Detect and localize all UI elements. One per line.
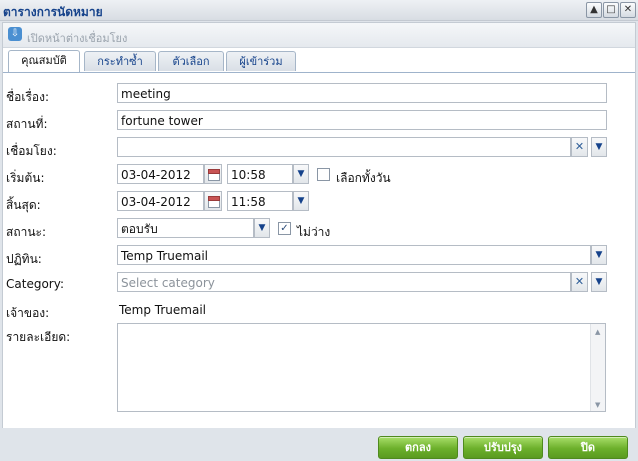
start-calendar-icon[interactable] <box>204 164 222 184</box>
window-title: ตารางการนัดหมาย <box>3 5 103 19</box>
status-select[interactable]: ตอบรับ <box>117 218 254 238</box>
busy-label: ไม่ว่าง <box>297 225 331 239</box>
tab-options[interactable]: ตัวเลือก <box>158 51 224 71</box>
tab-participants[interactable]: ผู้เข้าร่วม <box>226 51 296 71</box>
open-link-icon[interactable]: ⇩ <box>8 27 22 41</box>
status-dropdown-icon[interactable]: ▼ <box>254 218 270 238</box>
ok-button[interactable]: ตกลง <box>378 436 458 459</box>
category-label: Category: <box>6 277 64 291</box>
tab-recurrence[interactable]: กระทำซ้ำ <box>84 51 156 71</box>
close-window-icon[interactable]: ✕ <box>620 2 636 18</box>
start-label: เริ่มต้น: <box>6 171 45 185</box>
category-clear-icon[interactable]: ✕ <box>571 272 588 292</box>
owner-value: Temp Truemail <box>119 303 206 317</box>
end-time-dropdown-icon[interactable]: ▼ <box>293 191 309 211</box>
toolbar: ⇩ เปิดหน้าต่างเชื่อมโยง <box>3 23 635 48</box>
allday-label: เลือกทั้งวัน <box>336 171 391 185</box>
start-time-input[interactable]: 10:58 <box>227 164 293 184</box>
details-textarea[interactable]: ▲ ▼ <box>117 323 606 412</box>
location-label: สถานที่: <box>6 117 48 131</box>
start-time-dropdown-icon[interactable]: ▼ <box>293 164 309 184</box>
end-time-input[interactable]: 11:58 <box>227 191 293 211</box>
owner-label: เจ้าของ: <box>6 306 50 320</box>
subject-label: ชื่อเรื่อง: <box>6 90 50 104</box>
allday-checkbox[interactable] <box>317 168 330 181</box>
window-titlebar: ตารางการนัดหมาย ▲ □ ✕ <box>0 0 638 21</box>
details-label: รายละเอียด: <box>6 330 71 344</box>
subject-input[interactable]: meeting <box>117 83 607 103</box>
end-date-input[interactable]: 03-04-2012 <box>117 191 204 211</box>
category-input[interactable]: Select category <box>117 272 571 292</box>
update-button[interactable]: ปรับปรุง <box>463 436 543 459</box>
status-label: สถานะ: <box>6 225 47 239</box>
location-input[interactable]: fortune tower <box>117 110 607 130</box>
scroll-up-icon[interactable]: ▲ <box>595 328 600 336</box>
end-label: สิ้นสุด: <box>6 198 41 212</box>
busy-checkbox[interactable]: ✓ <box>278 222 291 235</box>
close-button[interactable]: ปิด <box>548 436 628 459</box>
link-dropdown-icon[interactable]: ▼ <box>591 137 607 157</box>
details-scrollbar[interactable]: ▲ ▼ <box>590 324 605 411</box>
scroll-down-icon[interactable]: ▼ <box>595 401 600 409</box>
end-calendar-icon[interactable] <box>204 191 222 211</box>
tab-strip: คุณสมบัติ กระทำซ้ำ ตัวเลือก ผู้เข้าร่วม <box>3 48 635 73</box>
start-date-input[interactable]: 03-04-2012 <box>117 164 204 184</box>
calendar-select[interactable]: Temp Truemail <box>117 245 591 265</box>
minimize-icon[interactable]: ▲ <box>586 2 602 18</box>
calendar-dropdown-icon[interactable]: ▼ <box>591 245 607 265</box>
link-input[interactable] <box>117 137 571 157</box>
link-label: เชื่อมโยง: <box>6 144 57 158</box>
link-clear-icon[interactable]: ✕ <box>571 137 588 157</box>
calendar-label: ปฏิทิน: <box>6 252 42 266</box>
tab-properties[interactable]: คุณสมบัติ <box>8 50 80 72</box>
category-dropdown-icon[interactable]: ▼ <box>591 272 607 292</box>
open-link-button[interactable]: เปิดหน้าต่างเชื่อมโยง <box>27 29 127 47</box>
maximize-icon[interactable]: □ <box>603 2 619 18</box>
